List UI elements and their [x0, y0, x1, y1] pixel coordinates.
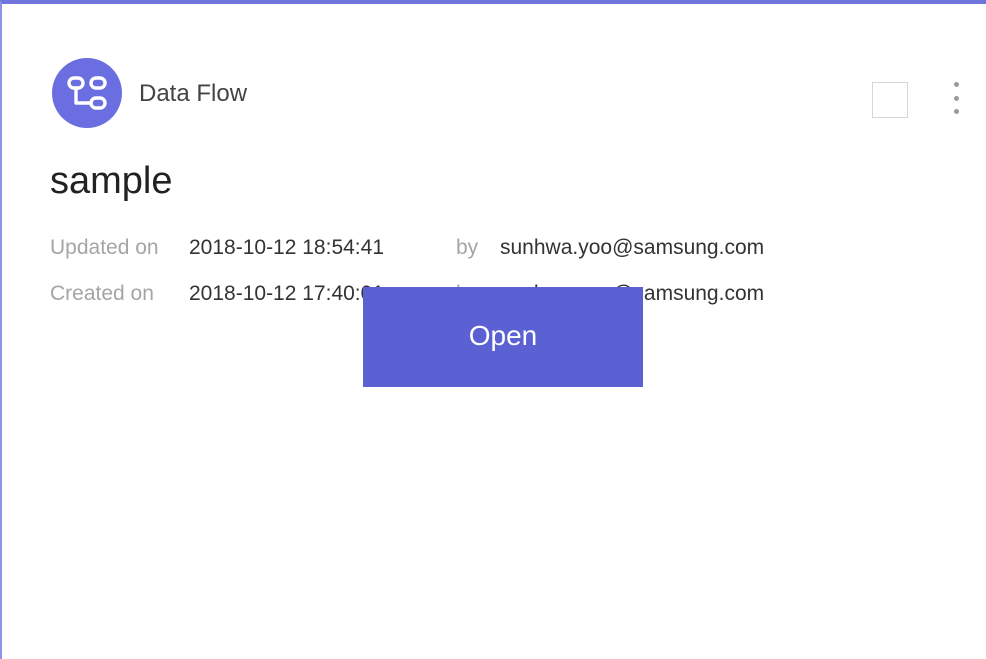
- card-type-label: Data Flow: [139, 80, 248, 107]
- updated-user: sunhwa.yoo@samsung.com: [500, 236, 765, 259]
- menu-dot: [953, 109, 959, 114]
- data-flow-icon: [52, 58, 122, 128]
- menu-dot: [953, 82, 959, 87]
- select-checkbox[interactable]: [872, 82, 908, 118]
- more-options-icon[interactable]: [944, 78, 968, 118]
- dataflow-card[interactable]: Data Flow sample Updated on 2018-10-12 1…: [0, 0, 986, 659]
- menu-dot: [953, 95, 959, 101]
- created-label: Created on: [50, 282, 154, 305]
- updated-by-label: by: [456, 236, 479, 259]
- card-title: sample: [50, 160, 173, 202]
- open-button[interactable]: Open: [363, 287, 643, 387]
- updated-date: 2018-10-12 18:54:41: [189, 236, 384, 259]
- updated-label: Updated on: [50, 236, 159, 259]
- created-date: 2018-10-12 17:40:01: [189, 282, 384, 305]
